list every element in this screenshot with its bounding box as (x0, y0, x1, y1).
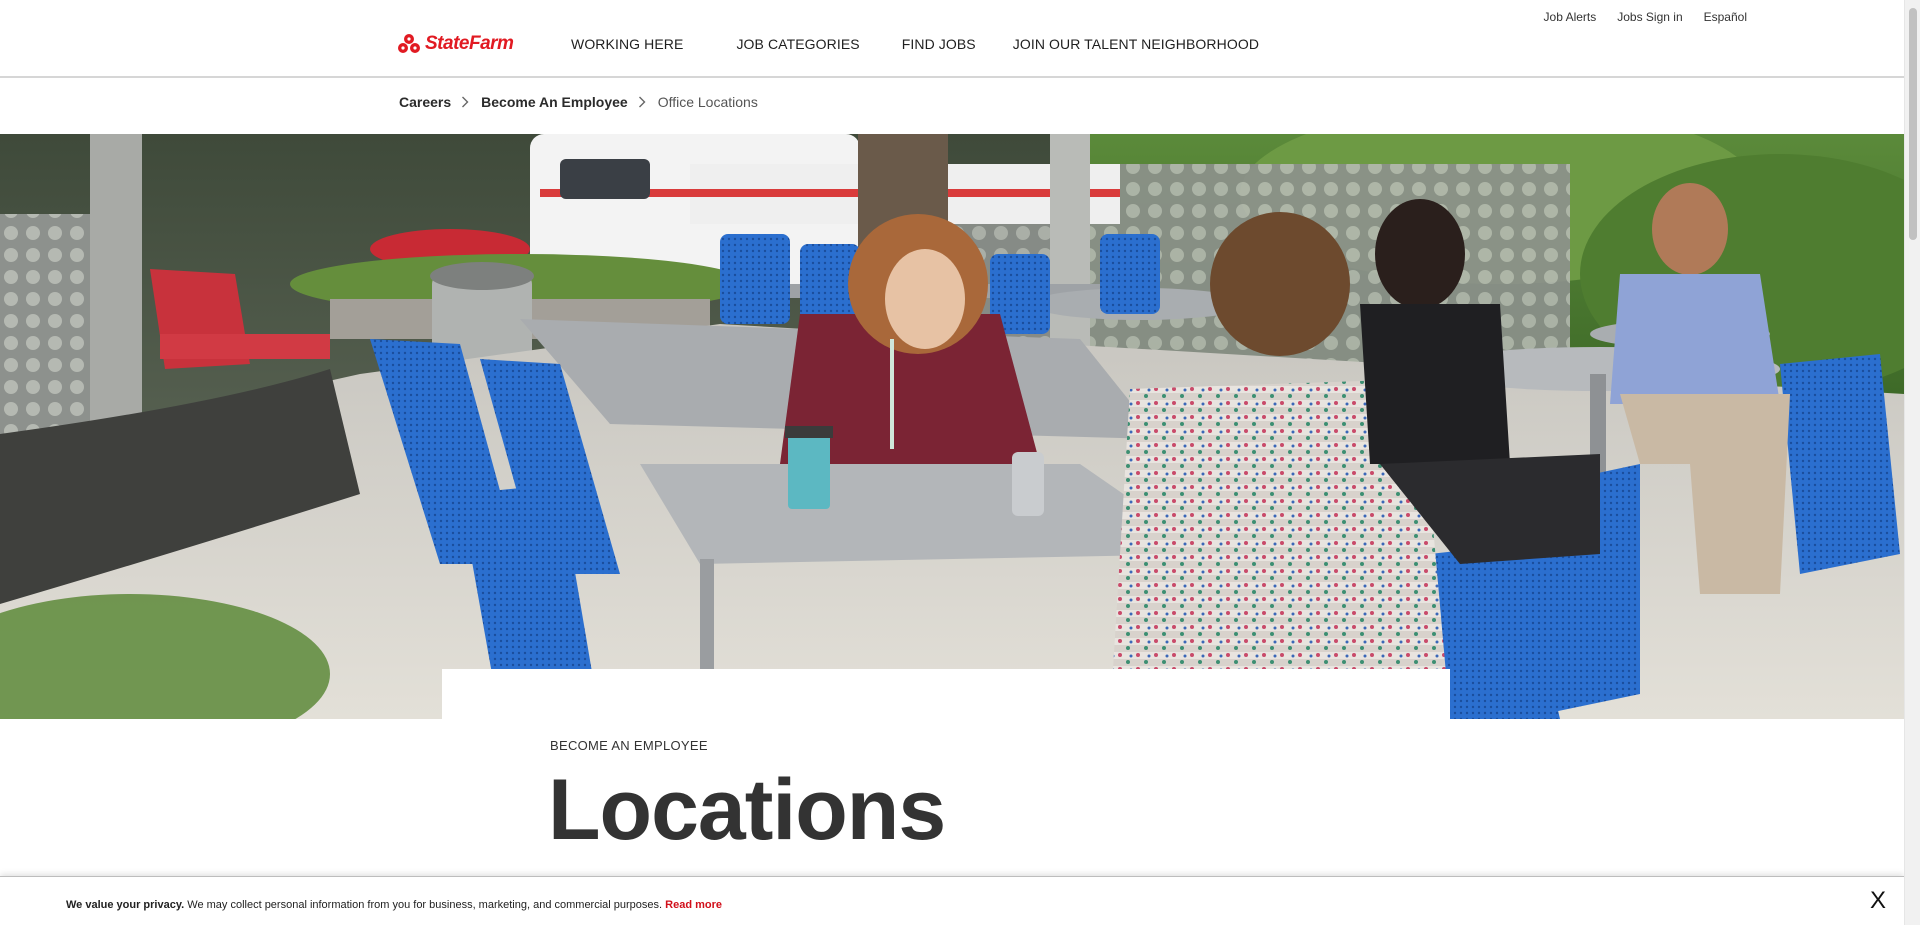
privacy-heading: We value your privacy. (66, 899, 185, 911)
nav-working-here[interactable]: WORKING HERE (571, 36, 683, 52)
nav-job-categories[interactable]: JOB CATEGORIES (736, 36, 859, 52)
nav-find-jobs[interactable]: FIND JOBS (902, 36, 976, 52)
privacy-message: We value your privacy. We may collect pe… (66, 899, 722, 911)
statefarm-logo[interactable]: StateFarm (397, 31, 514, 57)
breadcrumb: Careers Become An Employee Office Locati… (399, 94, 758, 110)
scrollbar-thumb[interactable] (1909, 8, 1917, 240)
page-title: Locations (548, 762, 946, 858)
logo-wordmark: StateFarm (425, 33, 514, 54)
section-eyebrow: BECOME AN EMPLOYEE (550, 738, 708, 753)
nav-join-talent-neighborhood[interactable]: JOIN OUR TALENT NEIGHBORHOOD (1013, 36, 1259, 52)
breadcrumb-become-an-employee[interactable]: Become An Employee (481, 94, 628, 110)
three-ovals-logo-icon (398, 34, 420, 53)
privacy-banner: We value your privacy. We may collect pe… (0, 876, 1904, 925)
espanol-link[interactable]: Español (1704, 10, 1747, 24)
site-header: StateFarm WORKING HERE JOB CATEGORIES FI… (0, 0, 1904, 78)
jobs-sign-in-link[interactable]: Jobs Sign in (1617, 10, 1682, 24)
privacy-body: We may collect personal information from… (184, 899, 663, 911)
chevron-right-icon (462, 96, 469, 108)
utility-navigation: Job Alerts Jobs Sign in Español (1544, 10, 1747, 24)
privacy-close-button[interactable]: X (1870, 887, 1886, 915)
chevron-right-icon (638, 96, 646, 108)
page-scrollbar[interactable] (1904, 0, 1920, 925)
privacy-read-more-link[interactable]: Read more (665, 899, 722, 911)
hero-image (0, 134, 1904, 719)
breadcrumb-careers[interactable]: Careers (399, 94, 451, 110)
job-alerts-link[interactable]: Job Alerts (1544, 10, 1597, 24)
outdoor-patio-employees-photo (0, 134, 1904, 719)
breadcrumb-current: Office Locations (657, 94, 758, 110)
main-navigation: WORKING HERE JOB CATEGORIES FIND JOBS JO… (571, 36, 1259, 52)
